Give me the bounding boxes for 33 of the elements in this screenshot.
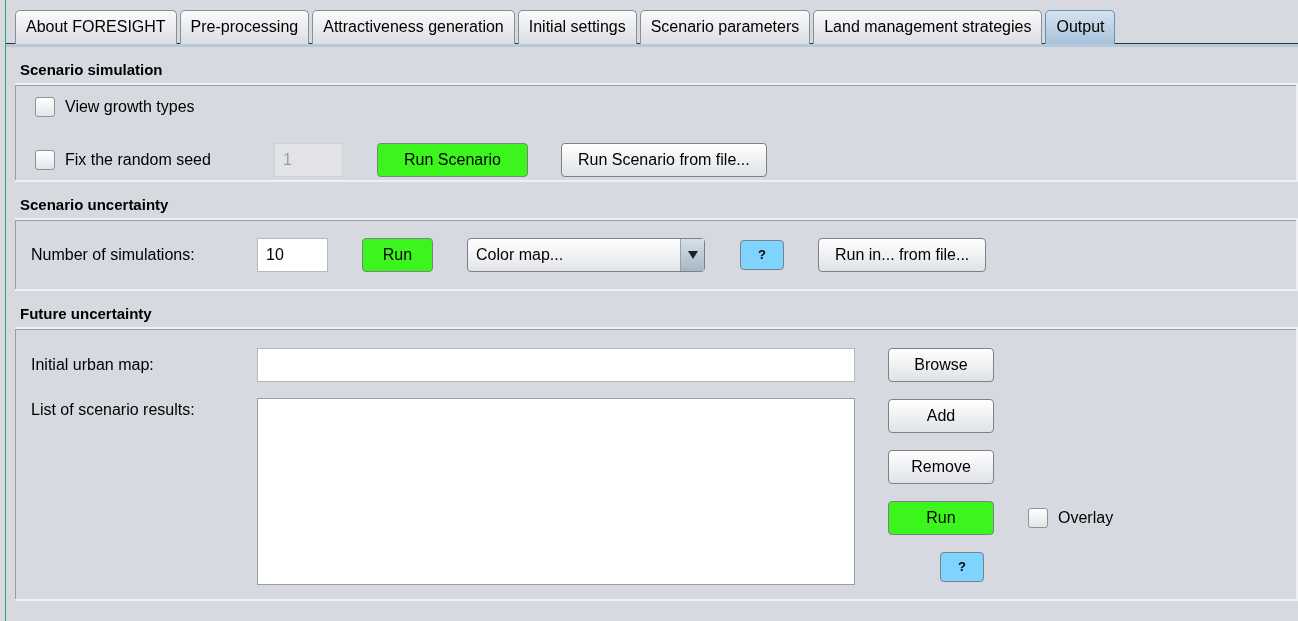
section-title: Scenario uncertainty (19, 195, 170, 215)
run-button[interactable]: Run Scenario (377, 143, 528, 177)
tab[interactable]: Attractiveness generation (312, 10, 515, 44)
checkbox[interactable] (35, 150, 55, 170)
button[interactable]: Add (888, 399, 994, 433)
tab[interactable]: Scenario parameters (639, 10, 811, 44)
number-field[interactable]: 10 (257, 238, 328, 272)
checkbox[interactable] (35, 97, 55, 117)
run-button[interactable]: Run (362, 238, 433, 272)
file-path-field[interactable] (257, 348, 855, 382)
checkbox-label: Fix the random seed (65, 150, 211, 170)
button[interactable]: Run Scenario from file... (561, 143, 767, 177)
button[interactable]: Browse (888, 348, 994, 382)
tab[interactable]: Output (1045, 10, 1116, 44)
tab[interactable]: About FORESIGHT (15, 10, 177, 44)
help-button[interactable]: ? (740, 240, 784, 270)
help-button[interactable]: ? (940, 552, 984, 582)
field-label: List of scenario results: (31, 400, 196, 420)
tab[interactable]: Pre-processing (179, 10, 310, 44)
section-title: Future uncertainty (19, 304, 153, 324)
dropdown-arrow-icon (687, 251, 698, 259)
section-title: Scenario simulation (19, 60, 164, 80)
field-label: Initial urban map: (31, 355, 155, 375)
color-map-dropdown[interactable]: Color map... (467, 238, 705, 272)
checkbox-label: Overlay (1058, 508, 1114, 528)
checkbox-label: View growth types (65, 97, 195, 117)
button[interactable]: Remove (888, 450, 994, 484)
run-button[interactable]: Run (888, 501, 994, 535)
tab[interactable]: Land management strategies (813, 10, 1043, 44)
tab[interactable]: Initial settings (517, 10, 637, 44)
button[interactable]: Run in... from file... (818, 238, 987, 272)
checkbox[interactable] (1028, 508, 1048, 528)
field-label: Number of simulations: (31, 245, 196, 265)
